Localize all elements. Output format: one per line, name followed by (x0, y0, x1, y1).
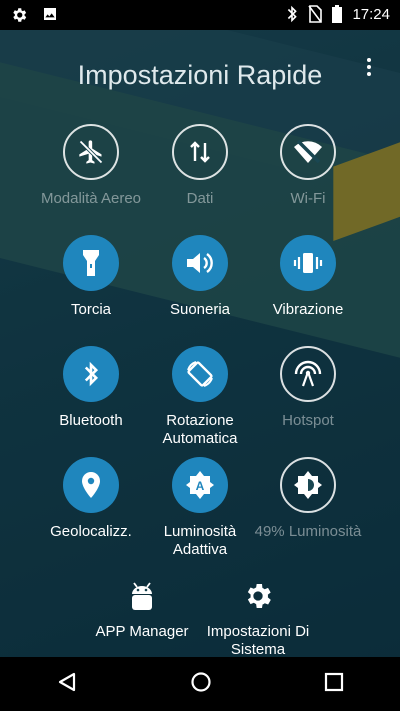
battery-icon (332, 5, 343, 23)
more-options-icon[interactable] (364, 58, 374, 78)
tile-wifi[interactable]: Wi-Fi (248, 124, 368, 208)
tile-location[interactable]: Geolocalizz. (31, 457, 151, 541)
vibration-icon (280, 235, 336, 291)
tile-hotspot[interactable]: Hotspot (248, 346, 368, 430)
bluetooth-icon (63, 346, 119, 402)
no-sim-icon (308, 5, 323, 23)
tile-label: Wi-Fi (290, 190, 326, 207)
tile-brightness[interactable]: 49% Luminosità (248, 457, 368, 541)
tile-bluetooth[interactable]: Bluetooth (31, 346, 151, 430)
tile-label: Geolocalizz. (50, 523, 132, 540)
tile-label: Suoneria (169, 301, 231, 318)
tile-label: Rotazione Automatica (162, 412, 238, 447)
settings-gear-icon (10, 6, 28, 24)
home-icon[interactable] (190, 671, 212, 698)
tile-data[interactable]: Dati (140, 124, 260, 208)
tile-auto-rotate[interactable]: Rotazione Automatica (140, 346, 260, 448)
app-manager-button[interactable]: APP Manager (82, 580, 202, 641)
airplane-icon (63, 124, 119, 180)
tile-label: Bluetooth (59, 412, 123, 429)
hotspot-icon (280, 346, 336, 402)
system-settings-button[interactable]: Impostazioni Di Sistema (198, 580, 318, 659)
tile-adaptive-brightness[interactable]: A Luminosità Adattiva (140, 457, 260, 559)
system-settings-label: Impostazioni Di Sistema (206, 623, 310, 658)
svg-text:A: A (196, 479, 205, 493)
tile-label: Luminosità Adattiva (163, 523, 237, 558)
tile-label: Modalità Aereo (40, 190, 142, 207)
tile-label: Torcia (70, 301, 111, 318)
clock: 17:24 (352, 5, 390, 23)
bluetooth-icon (286, 5, 298, 23)
tile-label: Dati (186, 190, 214, 207)
location-pin-icon (63, 457, 119, 513)
settings-gear-icon (242, 584, 274, 616)
android-icon (129, 582, 155, 616)
back-icon[interactable] (56, 671, 78, 698)
tile-label: Vibrazione (272, 301, 344, 318)
recents-icon[interactable] (324, 672, 344, 697)
status-bar: 17:24 (0, 0, 400, 30)
volume-icon (172, 235, 228, 291)
page-title: Impostazioni Rapide (77, 60, 323, 90)
brightness-icon (280, 457, 336, 513)
auto-brightness-icon: A (172, 457, 228, 513)
image-icon (42, 6, 58, 24)
tile-label: Hotspot (282, 412, 334, 429)
app-manager-label: APP Manager (95, 623, 189, 640)
navigation-bar (0, 657, 400, 711)
flashlight-icon (63, 235, 119, 291)
tile-airplane-mode[interactable]: Modalità Aereo (31, 124, 151, 208)
tile-ringtone[interactable]: Suoneria (140, 235, 260, 319)
rotate-icon (172, 346, 228, 402)
tile-vibration[interactable]: Vibrazione (248, 235, 368, 319)
tile-flashlight[interactable]: Torcia (31, 235, 151, 319)
tile-label: 49% Luminosità (254, 523, 362, 540)
wifi-off-icon (280, 124, 336, 180)
data-arrows-icon (172, 124, 228, 180)
